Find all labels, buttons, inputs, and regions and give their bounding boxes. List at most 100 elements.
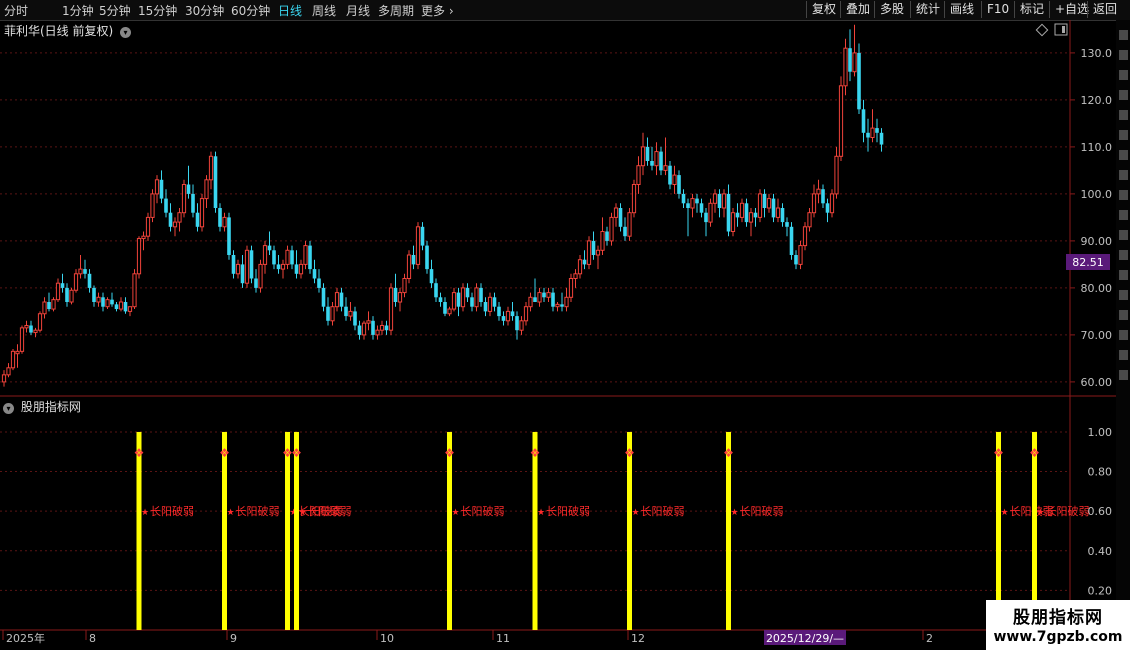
candle [821,184,825,208]
period-tab-5[interactable]: 60分钟 [231,2,270,19]
candle [582,250,587,270]
candle [829,189,835,218]
candle [591,231,596,260]
candle [272,245,276,270]
signal: ❖★ 长阳破弱 [282,431,343,630]
toolbar-button-4[interactable]: 画线 [944,1,979,18]
candle [204,175,209,208]
candle [308,240,312,274]
candle [411,245,416,270]
period-tab-2[interactable]: 5分钟 [99,2,131,19]
candle [748,208,754,237]
main-y-axis: 130.0 120.0 110.0 100.0 90.00 80.00 70.00 60.00 [1070,47,1112,389]
candle [613,203,619,227]
candle [290,245,294,270]
stock-chart[interactable]: ❖★ 长阳破弱❖★ 长阳破弱❖★ 长阳破弱❖★ 长阳破弱❖★ 长阳破弱❖★ 长阳破弱❖★ 长阳… [0,20,1130,650]
candle [42,297,47,319]
candle [487,292,493,317]
candle [213,151,218,213]
period-tab-0[interactable]: 分时 [4,2,28,19]
signal-label: 长阳破弱 [236,504,280,518]
period-tab-9[interactable]: 多周期 [378,2,414,19]
y-tick-label: 110.0 [1081,141,1113,154]
star-icon: ★ [1001,508,1009,518]
window-toggle-icon[interactable] [1054,23,1068,36]
candle [857,43,861,114]
candle [244,245,250,288]
candle [852,24,857,77]
toolbar-button-6[interactable]: 标记 [1014,1,1049,18]
signal-label: 长阳破弱 [546,504,590,518]
chevron-down-icon[interactable]: ▾ [3,403,14,414]
toolbar-button-0[interactable]: 复权 [806,1,841,18]
candle [397,287,403,312]
toolbar-button-5[interactable]: F10 [981,1,1014,18]
butterfly-icon: ❖ [530,446,541,460]
candle [15,344,20,368]
candle [78,255,83,279]
candle [60,273,65,293]
candle [627,208,632,241]
candle [222,212,227,232]
chevron-down-icon[interactable]: ▾ [120,27,132,38]
signal-series: ❖★ 长阳破弱❖★ 长阳破弱❖★ 长阳破弱❖★ 长阳破弱❖★ 长阳破弱❖★ 长阳破弱❖★ 长阳… [134,431,1090,630]
candle [10,349,16,371]
candle [766,193,772,213]
diamond-icon[interactable] [1035,23,1049,37]
candle [501,311,506,326]
candle [816,179,821,204]
signal-bar [285,431,290,630]
signal-bar [726,431,731,630]
candle [330,302,335,326]
period-tab-3[interactable]: 15分钟 [138,2,177,19]
candle [96,292,101,307]
candle [348,302,353,321]
candle [434,278,438,302]
candle [136,236,142,279]
candle [712,189,718,213]
candle [564,287,569,312]
candle [303,240,308,270]
candle [425,240,429,274]
butterfly-icon: ❖ [134,446,145,460]
candle [218,203,222,232]
candle [681,189,686,208]
candle [231,250,236,279]
period-tab-8[interactable]: 月线 [346,2,370,19]
candle [83,259,87,279]
candle [29,320,33,335]
y-tick-label: 90.00 [1081,235,1113,248]
candle [870,109,875,143]
candle [177,208,182,232]
toolbar-button-2[interactable]: 多股 [874,1,909,18]
butterfly-icon: ❖ [444,446,455,460]
candle [415,222,421,270]
toolbar-button-8[interactable]: 返回 [1087,1,1122,18]
candle [739,198,745,223]
candle [668,161,672,190]
candle [636,156,641,194]
candle [605,226,609,246]
candle [460,283,466,312]
candle [794,250,798,270]
period-tab-1[interactable]: 1分钟 [62,2,94,19]
period-tab-6[interactable]: 日线 [278,2,302,19]
indicator-title-row: ▾ 股朋指标网 [3,398,81,415]
period-tab-7[interactable]: 周线 [312,2,336,19]
cursor-date: 2025/12/29/— [766,632,844,645]
period-tab-10[interactable]: 更多 › [421,2,454,19]
toolbar-button-1[interactable]: 叠加 [840,1,875,18]
candle [686,198,690,237]
candle [802,222,808,251]
candle [312,259,317,284]
candle [240,255,245,288]
period-tab-4[interactable]: 30分钟 [185,2,224,19]
x-tick-label: 2025年 [6,631,45,645]
star-icon: ★ [299,508,307,518]
candle [757,189,763,223]
candle [353,306,357,331]
candle [344,297,348,321]
butterfly-icon: ❖ [291,446,302,460]
signal-bar [222,431,227,630]
toolbar-button-3[interactable]: 统计 [910,1,945,18]
